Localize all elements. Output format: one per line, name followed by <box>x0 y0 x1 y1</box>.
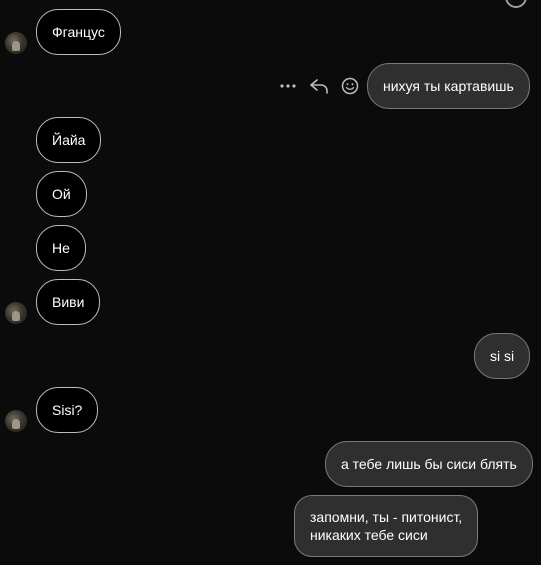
message-bubble-incoming[interactable]: Ой <box>36 171 87 217</box>
message-bubble-incoming[interactable]: Виви <box>36 279 101 325</box>
more-icon[interactable] <box>278 83 298 89</box>
message-text: Не <box>52 240 70 256</box>
message-text: si si <box>490 348 515 364</box>
message-bubble-incoming[interactable]: Не <box>36 225 86 271</box>
message-bubble-outgoing[interactable]: нихуя ты картавишь <box>367 63 530 109</box>
message-text: а тебе лишь бы сиси блять <box>341 456 517 472</box>
reply-icon[interactable] <box>308 77 330 95</box>
message-text: Фганцус <box>52 24 105 40</box>
message-bubble-incoming[interactable]: Фганцус <box>36 9 121 55</box>
message-text: нихуя ты картавишь <box>383 78 514 94</box>
message-text: Йайа <box>52 132 86 148</box>
scroll-indicator-icon[interactable] <box>505 0 527 8</box>
message-bubble-incoming[interactable]: Sisi? <box>36 387 99 433</box>
message-bubble-outgoing[interactable]: запомни, ты - питонист, никаких тебе сис… <box>294 495 479 557</box>
message-bubble-incoming[interactable]: Йайа <box>36 117 102 163</box>
message-bubble-outgoing[interactable]: а тебе лишь бы сиси блять <box>325 441 533 487</box>
message-text: Ой <box>52 186 71 202</box>
avatar[interactable] <box>5 32 27 54</box>
message-text: запомни, ты - питонист, никаких тебе сис… <box>310 509 463 543</box>
message-text: Sisi? <box>52 402 83 418</box>
message-actions <box>278 77 360 95</box>
emoji-icon[interactable] <box>340 77 360 95</box>
avatar[interactable] <box>5 302 27 324</box>
message-text: Виви <box>52 294 85 310</box>
avatar[interactable] <box>5 410 27 432</box>
message-bubble-outgoing[interactable]: si si <box>474 333 531 379</box>
